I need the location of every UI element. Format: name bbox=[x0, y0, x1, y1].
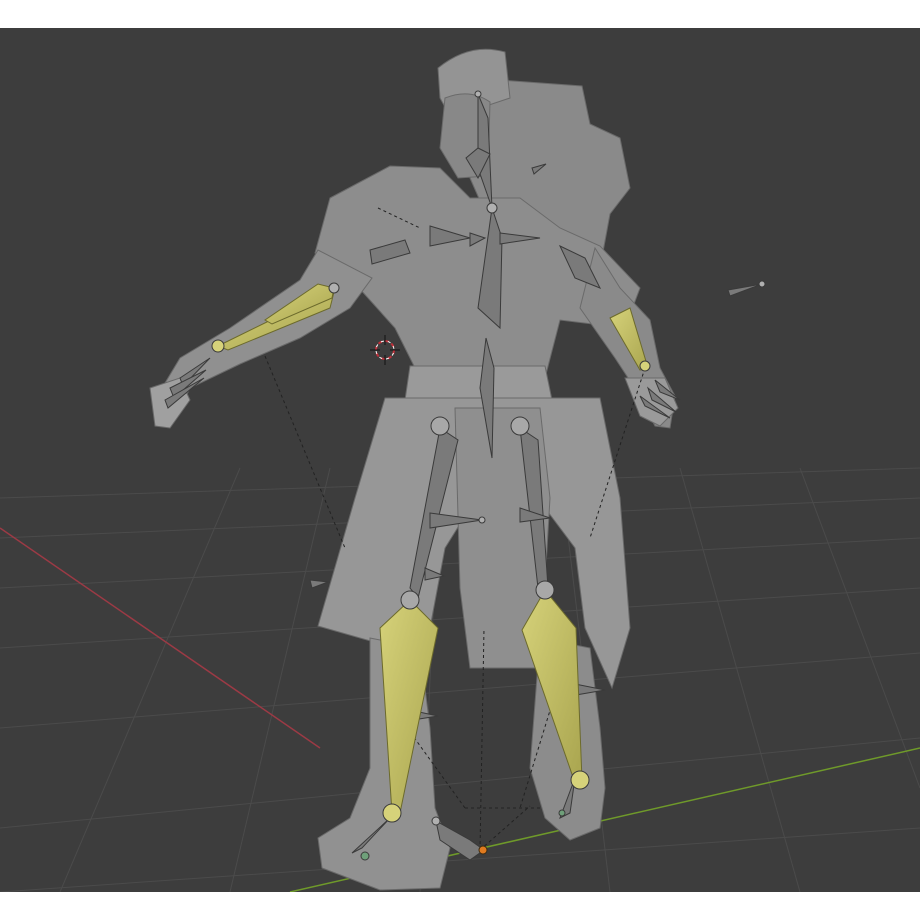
viewport-canvas[interactable] bbox=[0, 28, 920, 892]
3d-viewport[interactable] bbox=[0, 28, 920, 892]
3d-cursor-icon[interactable] bbox=[370, 335, 400, 365]
origin-icon bbox=[478, 845, 488, 855]
character-mesh[interactable] bbox=[149, 48, 679, 891]
